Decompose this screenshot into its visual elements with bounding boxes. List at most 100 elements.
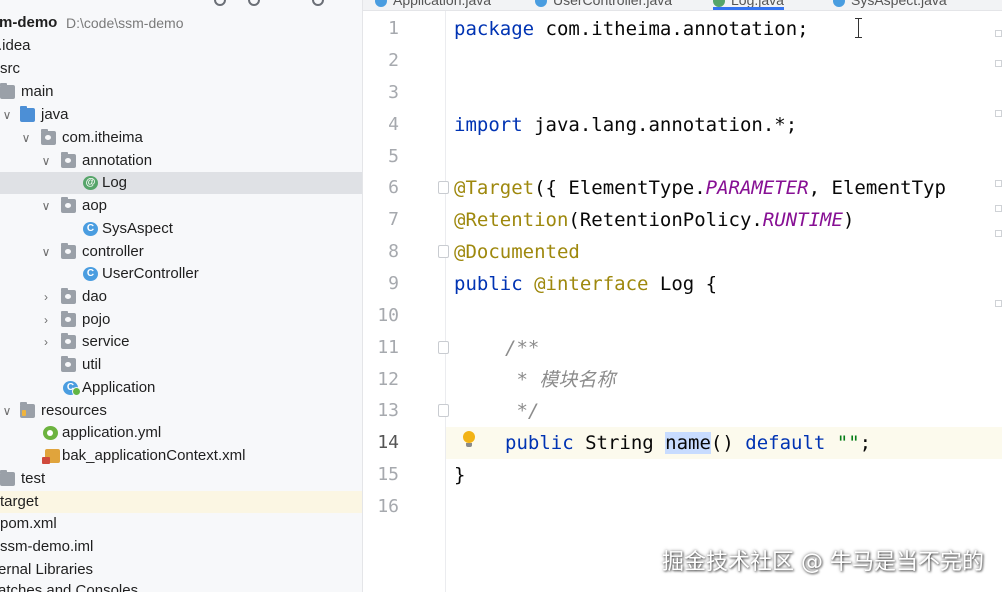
- tree-item-util[interactable]: util: [0, 354, 362, 376]
- chevron-down-icon[interactable]: ∨: [39, 195, 53, 217]
- line-number: 13: [377, 400, 399, 421]
- tree-item-scratches[interactable]: atches and Consoles: [0, 580, 362, 592]
- tree-item-main[interactable]: main: [0, 81, 362, 103]
- code-line-9: public @interface Log {: [454, 268, 717, 300]
- tree-item-controller[interactable]: ∨ controller: [0, 241, 362, 263]
- tree-item-label: com.itheima: [62, 129, 143, 146]
- tree-item-label: SysAspect: [102, 220, 173, 237]
- xml-file-icon: [42, 449, 60, 464]
- code-text: (): [710, 432, 746, 454]
- tree-item-label: target: [0, 493, 39, 510]
- editor-scrollbar[interactable]: [995, 30, 1002, 350]
- code-text: java.lang.annotation.*;: [522, 114, 798, 136]
- project-root-label: m-demo: [0, 14, 58, 31]
- annotation-icon: @: [83, 176, 98, 190]
- class-icon: C: [83, 267, 98, 281]
- fold-marker-icon[interactable]: [438, 181, 449, 194]
- fold-marker-icon[interactable]: [438, 341, 449, 354]
- project-root-path: D:\code\ssm-demo: [66, 15, 184, 31]
- chevron-right-icon[interactable]: ›: [39, 309, 53, 331]
- yaml-file-icon: [43, 426, 58, 440]
- scroll-marker: [995, 180, 1002, 187]
- package-icon: [41, 129, 56, 145]
- line-number-current: 14: [377, 432, 399, 453]
- tree-item-src[interactable]: src: [0, 58, 362, 80]
- tree-item-com-itheima[interactable]: ∨ com.itheima: [0, 127, 362, 149]
- lightbulb-icon[interactable]: [462, 431, 476, 451]
- annotation-token: @Retention: [454, 209, 569, 231]
- tree-item-log[interactable]: @ Log: [0, 172, 362, 194]
- tree-item-label: annotation: [82, 152, 153, 169]
- code-editor[interactable]: [446, 11, 1002, 592]
- tree-item-usercontroller[interactable]: C UserController: [0, 263, 362, 285]
- tree-item-test[interactable]: test: [0, 468, 362, 490]
- tree-item-label: UserController: [102, 265, 199, 282]
- fold-marker-icon[interactable]: [438, 245, 449, 258]
- fold-marker-icon[interactable]: [438, 404, 449, 417]
- chevron-right-icon[interactable]: ›: [39, 286, 53, 308]
- watermark: 掘金技术社区 @ 牛马是当不完的: [662, 550, 984, 575]
- locate-icon[interactable]: [214, 0, 226, 6]
- code-text: , ElementTyp: [808, 177, 946, 199]
- enum-constant: RUNTIME: [762, 209, 843, 231]
- chevron-down-icon[interactable]: ∨: [19, 127, 33, 149]
- scroll-marker: [995, 300, 1002, 307]
- keyword: package: [454, 18, 535, 40]
- chevron-down-icon[interactable]: ∨: [39, 150, 53, 172]
- code-line-1: package com.itheima.annotation;: [454, 13, 809, 45]
- keyword: import: [454, 114, 523, 136]
- comment: /**: [505, 337, 540, 359]
- tab-usercontroller[interactable]: UserController.java: [535, 0, 672, 9]
- scroll-marker: [995, 60, 1002, 67]
- chevron-down-icon[interactable]: ∨: [0, 104, 14, 126]
- tree-item-application[interactable]: C Application: [0, 377, 362, 399]
- project-root[interactable]: m-demo D:\code\ssm-demo: [0, 12, 362, 34]
- spring-boot-class-icon: C: [63, 381, 81, 396]
- expand-icon[interactable]: [248, 0, 260, 6]
- tree-item-bak-applicationcontext[interactable]: bak_applicationContext.xml: [0, 445, 362, 467]
- tree-item-idea[interactable]: .idea: [0, 35, 362, 57]
- line-number: 5: [388, 146, 399, 167]
- chevron-down-icon[interactable]: ∨: [0, 400, 14, 422]
- package-icon: [61, 243, 76, 259]
- tree-item-label: aop: [82, 197, 108, 214]
- tab-application[interactable]: Application.java: [375, 0, 491, 9]
- line-number: 16: [377, 496, 399, 517]
- package-icon: [61, 333, 76, 349]
- code-line-7: @Retention(RetentionPolicy.RUNTIME): [454, 204, 854, 236]
- tree-item-sysaspect[interactable]: C SysAspect: [0, 218, 362, 240]
- chevron-down-icon[interactable]: ∨: [39, 241, 53, 263]
- line-number: 11: [377, 337, 399, 358]
- line-number: 4: [388, 114, 399, 135]
- settings-icon[interactable]: [312, 0, 324, 6]
- tree-item-resources[interactable]: ∨ resources: [0, 400, 362, 422]
- tree-item-dao[interactable]: › dao: [0, 286, 362, 308]
- class-icon: C: [83, 222, 98, 236]
- tab-log[interactable]: Log.java: [713, 0, 784, 10]
- line-number: 6: [388, 177, 399, 198]
- tree-item-ssm-demo-iml[interactable]: ssm-demo.iml: [0, 536, 362, 558]
- code-line-6: @Target({ ElementType.PARAMETER, Element…: [454, 172, 946, 204]
- project-toolbar: [0, 0, 362, 10]
- tree-item-pojo[interactable]: › pojo: [0, 309, 362, 331]
- selected-identifier: name: [665, 432, 711, 454]
- tree-item-pom-xml[interactable]: pom.xml: [0, 513, 362, 535]
- tree-item-java[interactable]: ∨ java: [0, 104, 362, 126]
- tab-sysaspect[interactable]: SysAspect.java: [833, 0, 947, 9]
- tree-item-external-libraries[interactable]: ernal Libraries: [0, 559, 362, 581]
- chevron-right-icon[interactable]: ›: [39, 331, 53, 353]
- scroll-marker: [995, 110, 1002, 117]
- keyword: default: [745, 432, 826, 454]
- annotation-token: @Target: [454, 177, 535, 199]
- enum-constant: PARAMETER: [705, 177, 809, 199]
- tree-item-service[interactable]: › service: [0, 331, 362, 353]
- tree-item-label: application.yml: [62, 424, 162, 441]
- tree-item-target[interactable]: target: [0, 491, 362, 513]
- class-icon: [833, 0, 845, 8]
- tree-item-annotation[interactable]: ∨ annotation: [0, 150, 362, 172]
- class-icon: [375, 0, 387, 8]
- tree-item-label: service: [82, 333, 130, 350]
- tree-item-application-yml[interactable]: application.yml: [0, 422, 362, 444]
- tree-item-aop[interactable]: ∨ aop: [0, 195, 362, 217]
